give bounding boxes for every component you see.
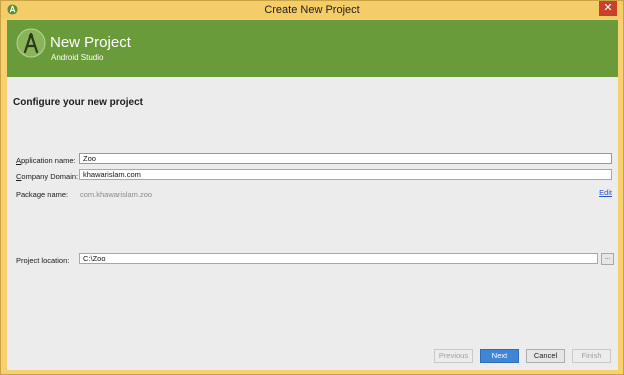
application-name-label: Application name:	[16, 156, 76, 165]
next-button[interactable]: Next	[480, 349, 519, 363]
section-title: Configure your new project	[13, 97, 144, 108]
package-name-value: com.khawarislam.zoo	[80, 190, 153, 199]
company-domain-input[interactable]	[79, 169, 612, 180]
close-button[interactable]: ✕	[599, 1, 617, 16]
project-location-input[interactable]	[79, 253, 598, 264]
create-new-project-window: Create New Project ✕ New Project Android…	[0, 0, 624, 375]
close-icon: ✕	[603, 1, 613, 14]
application-name-label-text: pplication name:	[21, 156, 76, 165]
android-studio-logo-icon	[16, 28, 46, 58]
application-name-input[interactable]	[79, 153, 612, 164]
cancel-button[interactable]: Cancel	[526, 349, 565, 363]
dialog-content: New Project Android Studio Configure you…	[7, 20, 618, 370]
window-title: Create New Project	[264, 4, 360, 16]
company-domain-label: Company Domain:	[16, 172, 78, 181]
banner-subtitle: Android Studio	[51, 53, 104, 62]
package-name-label: Package name:	[16, 190, 69, 199]
project-location-label: Project location:	[16, 256, 70, 265]
finish-button[interactable]: Finish	[572, 349, 611, 363]
edit-package-link[interactable]: Edit	[599, 188, 612, 197]
banner-title: New Project	[50, 34, 131, 51]
previous-button[interactable]: Previous	[434, 349, 473, 363]
header-banner: New Project Android Studio	[7, 20, 618, 77]
title-bar[interactable]: Create New Project ✕	[1, 1, 623, 19]
company-domain-label-text: ompany Domain:	[21, 172, 79, 181]
browse-location-button[interactable]: ...	[601, 253, 614, 265]
